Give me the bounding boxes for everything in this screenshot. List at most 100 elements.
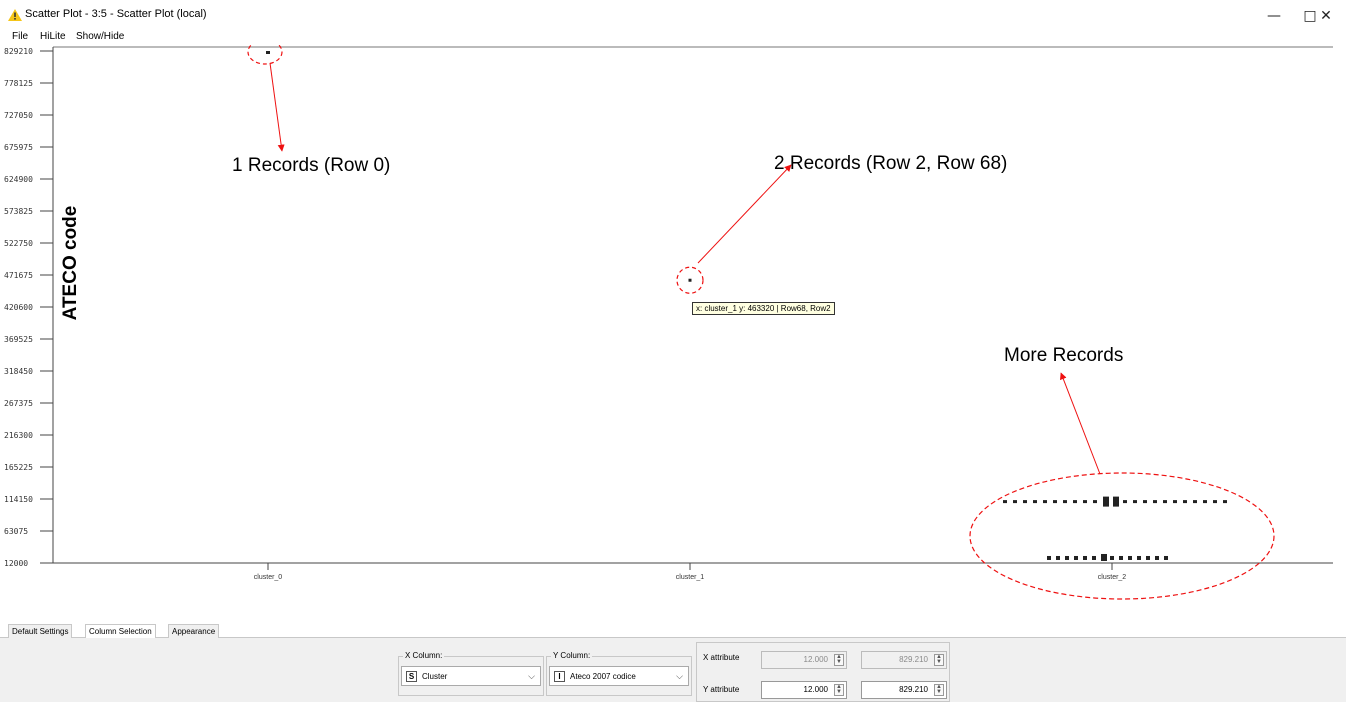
data-point <box>1164 555 1168 560</box>
y-tick-label: 675975 <box>4 143 33 152</box>
data-point <box>1023 500 1027 504</box>
attribute-range-group: X attribute 12.000 ▲ ▼ 829.210 ▲ ▼ Y attri… <box>696 642 950 702</box>
window-title: Scatter Plot - 3:5 - Scatter Plot (local… <box>25 8 207 20</box>
data-point <box>1056 555 1060 560</box>
x-attribute-min-value: 12.000 <box>803 655 828 664</box>
y-tick-label: 369525 <box>4 335 33 344</box>
y-tick-label: 471675 <box>4 271 33 280</box>
x-column-group: X Column: S Cluster ⌵ <box>398 651 544 696</box>
y-column-legend: Y Column: <box>551 651 593 660</box>
annotation-text: 2 Records (Row 2, Row 68) <box>774 153 1007 174</box>
x-tick-label: cluster_1 <box>676 574 705 581</box>
y-tick-label: 624900 <box>4 175 33 184</box>
y-column-group: Y Column: I Ateco 2007 codice ⌵ <box>546 651 692 696</box>
column-selection-panel: X Column: S Cluster ⌵ Y Column: I Ateco … <box>0 638 1346 702</box>
menu-file[interactable]: File <box>12 31 28 42</box>
data-point <box>1003 500 1007 504</box>
title-bar: Scatter Plot - 3:5 - Scatter Plot (local… <box>0 0 1346 31</box>
x-tick-label: cluster_0 <box>254 574 283 581</box>
spinner-arrows-icon[interactable]: ▲ ▼ <box>834 684 844 696</box>
scatter-plot-svg: 829210 778125 727050 675975 624900 573825 5227… <box>4 45 1333 600</box>
annotation-text: More Records <box>1004 345 1123 366</box>
data-point <box>1123 500 1127 504</box>
data-point <box>1033 500 1037 504</box>
x-column-legend: X Column: <box>403 651 445 660</box>
y-attribute-max-spinner[interactable]: 829.210 ▲ ▼ <box>861 681 947 699</box>
data-point <box>1146 555 1150 560</box>
y-tick-label: 114150 <box>4 495 33 504</box>
y-tick-label: 829210 <box>4 47 33 56</box>
y-attribute-min-spinner[interactable]: 12.000 ▲ ▼ <box>761 681 847 699</box>
y-tick-label: 573825 <box>4 207 33 216</box>
data-point <box>1083 555 1087 560</box>
y-tick-label: 522750 <box>4 239 33 248</box>
data-point <box>1065 555 1069 560</box>
y-attribute-min-value: 12.000 <box>803 685 828 694</box>
data-point <box>1113 496 1119 507</box>
data-point <box>1119 555 1123 560</box>
spinner-arrows-icon[interactable]: ▲ ▼ <box>934 684 944 696</box>
y-column-value: Ateco 2007 codice <box>570 671 636 681</box>
data-point <box>1128 555 1132 560</box>
point-tooltip: x: cluster_1 y: 463320 | Row68, Row2 <box>692 302 835 315</box>
data-point <box>1053 500 1057 504</box>
data-point <box>1103 496 1109 507</box>
y-tick-label: 318450 <box>4 367 33 376</box>
menu-bar: File HiLite Show/Hide <box>0 31 1346 45</box>
settings-tabs: Default Settings Column Selection Appear… <box>0 624 1346 639</box>
annotation-arrow <box>269 62 285 152</box>
data-point <box>1213 500 1217 504</box>
data-point <box>1173 500 1177 504</box>
x-attribute-max-spinner[interactable]: 829.210 ▲ ▼ <box>861 651 947 669</box>
chevron-down-icon: ⌵ <box>676 671 683 681</box>
data-point <box>1093 500 1097 504</box>
x-attribute-min-spinner[interactable]: 12.000 ▲ ▼ <box>761 651 847 669</box>
string-type-icon: S <box>406 670 417 682</box>
integer-type-icon: I <box>554 670 565 682</box>
data-point <box>1223 500 1227 504</box>
x-column-select[interactable]: S Cluster ⌵ <box>401 666 541 686</box>
x-column-value: Cluster <box>422 671 448 681</box>
y-tick-label: 165225 <box>4 463 33 472</box>
data-point <box>1163 500 1167 504</box>
x-attribute-label: X attribute <box>703 653 740 662</box>
data-point <box>1155 555 1159 560</box>
data-point <box>1043 500 1047 504</box>
annotation-arrow <box>1060 372 1101 475</box>
data-point <box>1143 500 1147 504</box>
close-button[interactable]: ✕ <box>1306 0 1346 31</box>
y-attribute-label: Y attribute <box>703 685 740 694</box>
y-tick-label: 727050 <box>4 111 33 120</box>
data-point <box>1092 555 1096 560</box>
data-point <box>1083 500 1087 504</box>
y-tick-label: 63075 <box>4 527 28 536</box>
data-point <box>1063 500 1067 504</box>
data-point <box>1203 500 1207 504</box>
data-point <box>1013 500 1017 504</box>
tab-column-selection[interactable]: Column Selection <box>85 624 156 639</box>
x-tick-label: cluster_2 <box>1098 574 1127 581</box>
y-tick-label: 267375 <box>4 399 33 408</box>
scatter-plot-area[interactable]: 829210 778125 727050 675975 624900 573825 5227… <box>0 45 1346 620</box>
tab-appearance[interactable]: Appearance <box>168 624 220 638</box>
minimize-button[interactable]: — <box>1254 0 1294 31</box>
data-point <box>1183 500 1187 504</box>
y-tick-label: 12000 <box>4 559 28 568</box>
data-point <box>1074 555 1078 560</box>
spinner-arrows-icon[interactable]: ▲ ▼ <box>834 654 844 666</box>
y-tick-label: 778125 <box>4 79 33 88</box>
y-column-select[interactable]: I Ateco 2007 codice ⌵ <box>549 666 689 686</box>
data-point <box>1137 555 1141 560</box>
data-point <box>1110 555 1114 560</box>
y-axis-label: ATECO code <box>60 206 81 321</box>
y-tick-label: 216300 <box>4 431 33 440</box>
warning-triangle-icon <box>8 9 22 21</box>
chevron-down-icon: ⌵ <box>528 671 535 681</box>
menu-hilite[interactable]: HiLite <box>40 31 66 42</box>
data-point <box>1047 555 1051 560</box>
spinner-arrows-icon[interactable]: ▲ ▼ <box>934 654 944 666</box>
tab-default-settings[interactable]: Default Settings <box>8 624 73 638</box>
data-point <box>1193 500 1197 504</box>
menu-show-hide[interactable]: Show/Hide <box>76 31 124 42</box>
y-tick-label: 420600 <box>4 303 33 312</box>
